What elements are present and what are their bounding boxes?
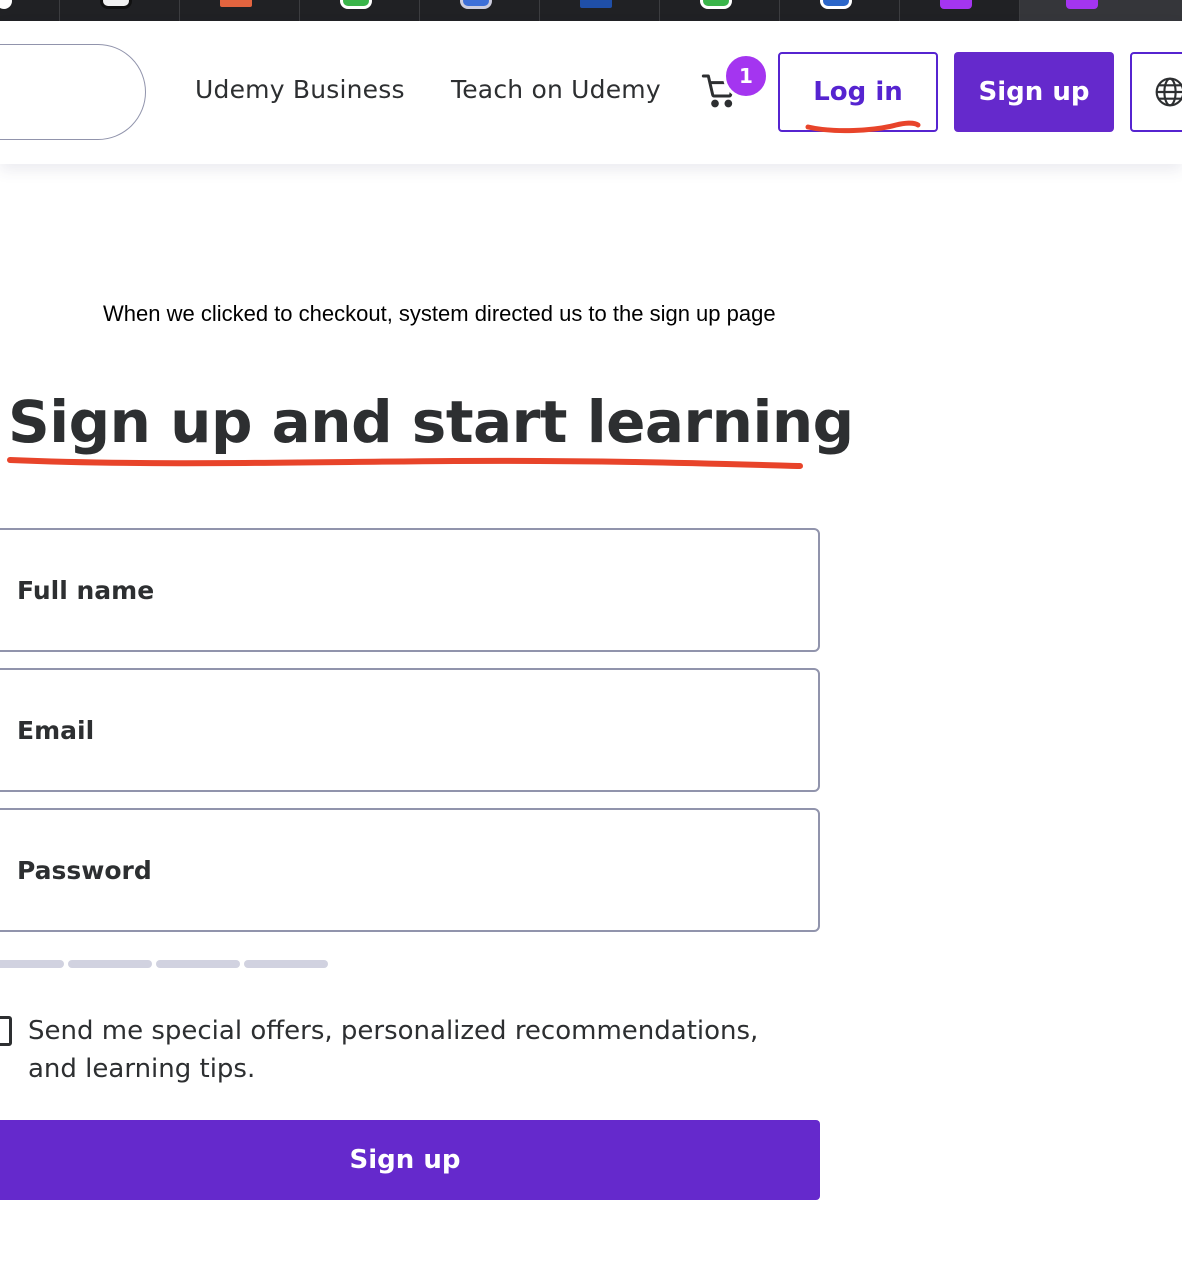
- offers-checkbox[interactable]: [0, 1016, 12, 1046]
- email-input[interactable]: [0, 670, 818, 790]
- header-signup-label: Sign up: [978, 77, 1090, 107]
- browser-tab[interactable]: [900, 0, 1020, 21]
- cart-count-badge: 1: [723, 53, 769, 99]
- favicon-icon: [700, 0, 732, 9]
- browser-tab[interactable]: [780, 0, 900, 21]
- favicon-icon: [220, 0, 252, 7]
- password-strength-segment: [0, 960, 64, 968]
- full-name-input[interactable]: [0, 530, 818, 650]
- site-header: Udemy Business Teach on Udemy 1 Log in S…: [0, 21, 1182, 164]
- language-button[interactable]: [1130, 52, 1182, 132]
- annotation-underline-login: [805, 120, 921, 134]
- password-strength-segment: [244, 960, 328, 968]
- browser-tab[interactable]: [0, 0, 60, 21]
- password-input[interactable]: [0, 810, 818, 930]
- header-signup-button[interactable]: Sign up: [954, 52, 1114, 132]
- offers-label: Send me special offers, personalized rec…: [28, 1016, 759, 1084]
- annotation-caption: When we clicked to checkout, system dire…: [103, 301, 776, 326]
- globe-icon: [1155, 77, 1182, 107]
- annotation-underline-title: [7, 457, 803, 469]
- favicon-icon: [820, 0, 852, 9]
- password-strength-segment: [156, 960, 240, 968]
- browser-tab-strip: [0, 0, 1182, 21]
- favicon-icon: [340, 0, 372, 9]
- browser-tab[interactable]: [60, 0, 180, 21]
- browser-tab[interactable]: [540, 0, 660, 21]
- favicon-icon: [940, 0, 972, 9]
- page: Udemy Business Teach on Udemy 1 Log in S…: [0, 0, 1182, 1262]
- favicon-icon: [1066, 0, 1098, 9]
- full-name-field[interactable]: Full name: [0, 528, 820, 652]
- email-field[interactable]: Email: [0, 668, 820, 792]
- signup-submit-button[interactable]: Sign up: [0, 1120, 820, 1200]
- signup-submit-label: Sign up: [349, 1145, 461, 1175]
- browser-tab[interactable]: [300, 0, 420, 21]
- password-strength-segment: [68, 960, 152, 968]
- nav-udemy-business[interactable]: Udemy Business: [195, 75, 405, 104]
- login-button-label: Log in: [813, 77, 903, 107]
- favicon-icon: [100, 0, 132, 9]
- browser-tab-active[interactable]: [1020, 0, 1182, 21]
- browser-tab[interactable]: [660, 0, 780, 21]
- browser-tab[interactable]: [180, 0, 300, 21]
- favicon-icon: [580, 0, 612, 8]
- nav-teach-on-udemy[interactable]: Teach on Udemy: [451, 75, 661, 104]
- browser-tab[interactable]: [420, 0, 540, 21]
- favicon-icon: [460, 0, 492, 9]
- page-title: Sign up and start learning: [8, 388, 854, 456]
- password-field[interactable]: Password: [0, 808, 820, 932]
- search-input[interactable]: [0, 44, 146, 140]
- favicon-icon: [0, 0, 12, 9]
